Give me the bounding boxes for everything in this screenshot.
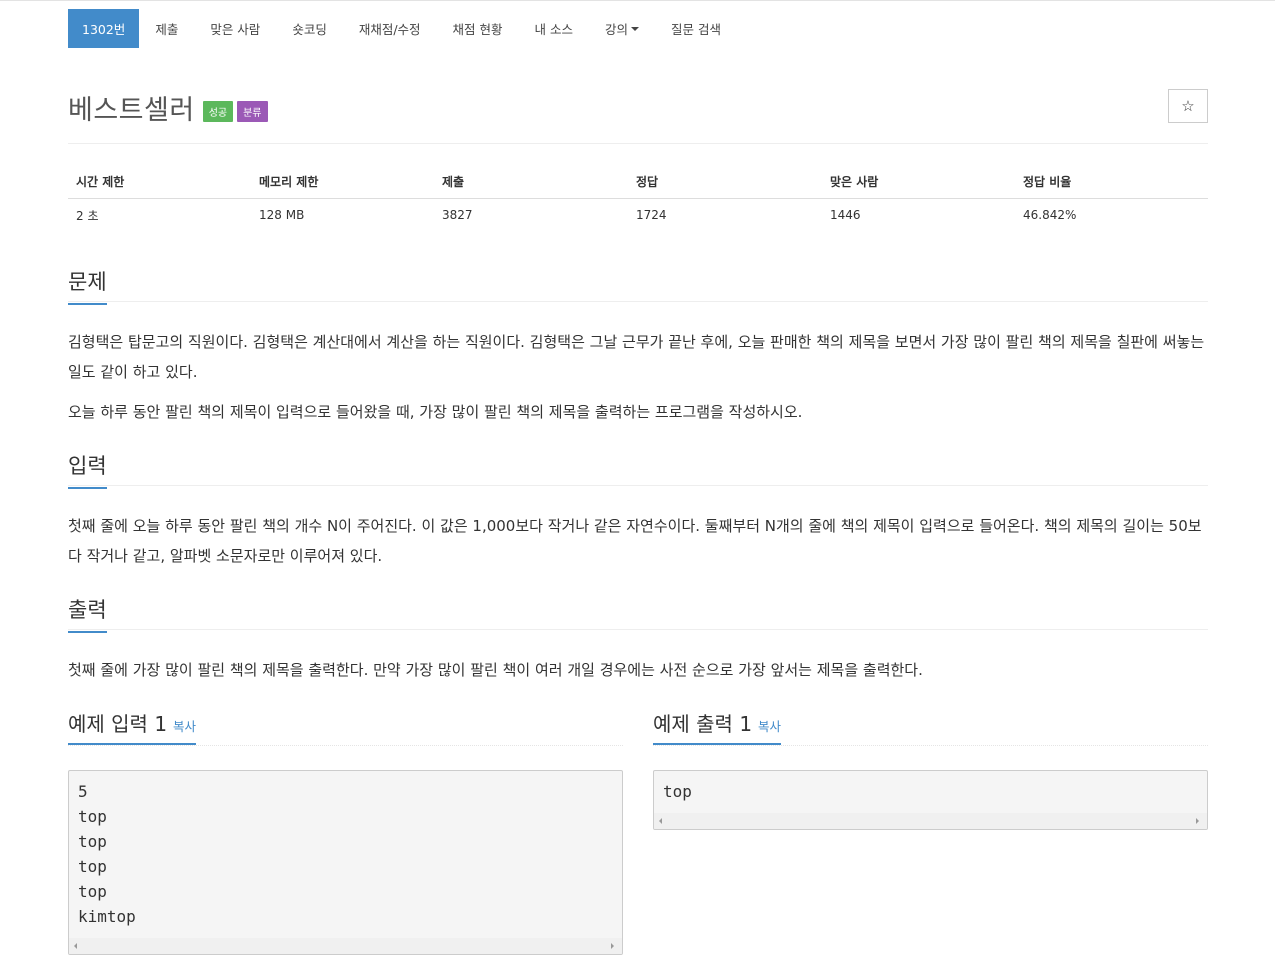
problem-info-table: 시간 제한 메모리 제한 제출 정답 맞은 사람 정답 비율 2 초 128 M… <box>68 166 1208 232</box>
input-heading: 입력 <box>68 450 107 489</box>
status-badge-success: 성공 <box>202 101 234 122</box>
nav-problem-number[interactable]: 1302번 <box>68 9 140 48</box>
sample-output-content: top <box>663 782 692 801</box>
header-accept-ratio: 정답 비율 <box>1015 166 1208 199</box>
input-section-header: 입력 <box>68 450 1208 489</box>
output-section-header: 출력 <box>68 594 1208 633</box>
header-accepted: 정답 <box>628 166 822 199</box>
table-row: 2 초 128 MB 3827 1724 1446 46.842% <box>68 198 1208 232</box>
title-row: 베스트셀러 성공 분류 <box>68 88 268 127</box>
header-memory-limit: 메모리 제한 <box>251 166 434 199</box>
sample-output-heading: 예제 출력 1 <box>653 712 753 736</box>
nav-accepted-users[interactable]: 맞은 사람 <box>194 9 276 48</box>
sample-output-header: 예제 출력 1 복사 <box>653 708 1208 746</box>
value-accepted: 1724 <box>636 208 667 223</box>
top-border <box>0 0 1275 1</box>
value-solved-users: 1446 <box>830 208 861 223</box>
header-submissions: 제출 <box>434 166 628 199</box>
caret-down-icon <box>631 26 640 31</box>
favorite-star-button[interactable]: ☆ <box>1168 89 1208 123</box>
section-divider <box>68 301 1208 302</box>
nav-my-source[interactable]: 내 소스 <box>519 9 589 48</box>
category-badge[interactable]: 분류 <box>237 101 268 122</box>
title-divider <box>68 143 1208 144</box>
problem-nav: 1302번 제출 맞은 사람 숏코딩 재채점/수정 채점 현황 내 소스 강의 … <box>68 9 737 48</box>
nav-submit[interactable]: 제출 <box>139 9 194 48</box>
nav-short-coding[interactable]: 숏코딩 <box>276 9 343 48</box>
page-title: 베스트셀러 <box>68 95 195 126</box>
description-paragraph-1: 김형택은 탑문고의 직원이다. 김형택은 계산대에서 계산을 하는 직원이다. … <box>68 333 1205 381</box>
section-divider <box>68 629 1208 630</box>
sample-input-heading: 예제 입력 1 <box>68 712 168 736</box>
nav-status[interactable]: 채점 현황 <box>437 9 519 48</box>
header-solved-users: 맞은 사람 <box>822 166 1015 199</box>
scroll-right-arrow-icon[interactable] <box>611 943 614 949</box>
copy-sample-input-button[interactable]: 복사 <box>173 719 196 734</box>
nav-question-search[interactable]: 질문 검색 <box>655 9 737 48</box>
sample-output-box[interactable]: top <box>653 770 1208 830</box>
horizontal-scrollbar[interactable] <box>654 813 1207 829</box>
description-section-header: 문제 <box>68 266 1208 305</box>
sample-input-box[interactable]: 5 top top top top kimtop <box>68 770 623 955</box>
sample-output-heading-wrap: 예제 출력 1 복사 <box>653 708 782 745</box>
description-paragraph-2: 오늘 하루 동안 팔린 책의 제목이 입력으로 들어왔을 때, 가장 많이 팔린… <box>68 403 803 421</box>
header-time-limit: 시간 제한 <box>68 166 251 199</box>
scroll-right-arrow-icon[interactable] <box>1196 818 1199 824</box>
table-header-row: 시간 제한 메모리 제한 제출 정답 맞은 사람 정답 비율 <box>68 166 1208 199</box>
description-heading: 문제 <box>68 266 107 305</box>
input-description: 첫째 줄에 오늘 하루 동안 팔린 책의 개수 N이 주어진다. 이 값은 1,… <box>68 517 1202 565</box>
sample-input-content: 5 top top top top kimtop <box>78 782 136 926</box>
copy-sample-output-button[interactable]: 복사 <box>758 719 781 734</box>
section-divider <box>653 745 1208 746</box>
sample-input-heading-wrap: 예제 입력 1 복사 <box>68 708 197 745</box>
nav-lecture-label: 강의 <box>605 22 629 37</box>
output-description: 첫째 줄에 가장 많이 팔린 책의 제목을 출력한다. 만약 가장 많이 팔린 … <box>68 661 923 679</box>
star-icon: ☆ <box>1181 98 1195 115</box>
value-memory-limit: 128 MB <box>259 208 305 223</box>
section-divider <box>68 485 1208 486</box>
value-time-limit: 2 초 <box>76 208 99 223</box>
output-heading: 출력 <box>68 594 107 633</box>
value-accept-ratio: 46.842% <box>1023 208 1077 223</box>
section-divider <box>68 745 623 746</box>
nav-lecture-dropdown[interactable]: 강의 <box>589 9 655 48</box>
horizontal-scrollbar[interactable] <box>69 938 622 954</box>
scroll-left-arrow-icon[interactable] <box>74 943 77 949</box>
value-submissions: 3827 <box>442 208 473 223</box>
nav-rejudge[interactable]: 재채점/수정 <box>343 9 437 48</box>
scroll-left-arrow-icon[interactable] <box>659 818 662 824</box>
sample-input-header: 예제 입력 1 복사 <box>68 708 623 746</box>
